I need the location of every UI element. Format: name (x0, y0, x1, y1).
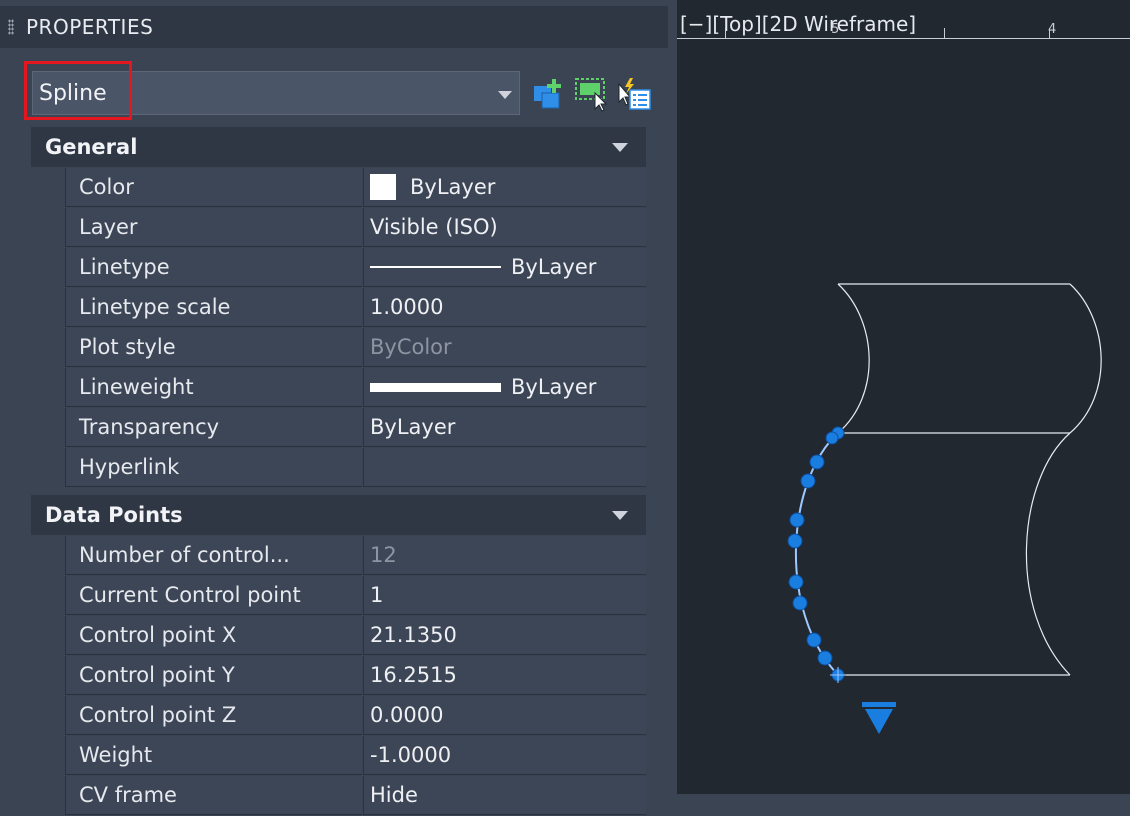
properties-panel: PROPERTIES Spline General Color ByLayer … (0, 0, 677, 816)
property-row-linetype-scale[interactable]: Linetype scale 1.0000 (31, 288, 646, 328)
property-row-color[interactable]: Color ByLayer (31, 168, 646, 208)
grip-icon (809, 454, 825, 470)
lineweight-preview-icon (370, 382, 501, 392)
data-points-rows: Number of control... 12 Current Control … (31, 536, 646, 816)
grip-icon (787, 533, 803, 549)
property-name: Control point Y (65, 656, 362, 695)
property-value-hyperlink[interactable] (363, 448, 646, 487)
quick-select-button[interactable] (614, 76, 652, 112)
property-name: Control point Z (65, 696, 362, 735)
property-value-control-point-y[interactable]: 16.2515 (363, 656, 646, 695)
property-value-control-point-x[interactable]: 21.1350 (363, 616, 646, 655)
lower-right-arc (1025, 432, 1071, 676)
object-type-value: Spline (39, 80, 107, 106)
select-objects-button[interactable] (573, 76, 611, 112)
property-row-lineweight[interactable]: Lineweight ByLayer (31, 368, 646, 408)
property-value-weight[interactable]: -1.0000 (363, 736, 646, 775)
property-name: Number of control... (65, 536, 362, 575)
property-value-current-control-point[interactable]: 1 (363, 576, 646, 615)
property-row-current-control-point[interactable]: Current Control point 1 (31, 576, 646, 616)
property-value-cv-frame[interactable]: Hide (363, 776, 646, 815)
grip-icon (788, 574, 804, 590)
property-name: Current Control point (65, 576, 362, 615)
property-name: Control point X (65, 616, 362, 655)
drawing-canvas[interactable] (677, 0, 1130, 794)
upper-right-arc (1069, 283, 1102, 434)
section-data-points-label: Data Points (45, 503, 183, 527)
property-row-control-point-x[interactable]: Control point X 21.1350 (31, 616, 646, 656)
property-value-color[interactable]: ByLayer (363, 168, 646, 207)
color-swatch-icon (370, 174, 396, 200)
property-name: Plot style (65, 328, 362, 367)
wireframe-geometry (837, 283, 1102, 676)
property-value-layer[interactable]: Visible (ISO) (363, 208, 646, 247)
property-name: Weight (65, 736, 362, 775)
property-value-linetype[interactable]: ByLayer (363, 248, 646, 287)
chevron-down-icon (498, 91, 512, 99)
general-rows: Color ByLayer Layer Visible (ISO) Linety… (31, 168, 646, 488)
property-value-plot-style: ByColor (363, 328, 646, 367)
property-row-plot-style[interactable]: Plot style ByColor (31, 328, 646, 368)
collapse-chevron-icon[interactable] (612, 143, 628, 152)
drawing-viewport[interactable]: [−][Top][2D Wireframe] 5 4 (677, 0, 1130, 794)
property-value-transparency[interactable]: ByLayer (363, 408, 646, 447)
panel-title: PROPERTIES (26, 15, 154, 39)
property-value-lineweight[interactable]: ByLayer (363, 368, 646, 407)
property-name: Color (65, 168, 362, 207)
property-name: Layer (65, 208, 362, 247)
grip-icon (800, 473, 816, 489)
grip-icon (789, 512, 805, 528)
property-row-weight[interactable]: Weight -1.0000 (31, 736, 646, 776)
property-name: Hyperlink (65, 448, 362, 487)
property-row-layer[interactable]: Layer Visible (ISO) (31, 208, 646, 248)
property-name: CV frame (65, 776, 362, 815)
upper-left-arc (837, 283, 870, 434)
toggle-pickadd-button[interactable] (530, 76, 568, 112)
object-type-dropdown[interactable]: Spline (32, 71, 520, 115)
panel-titlebar[interactable]: PROPERTIES (0, 6, 668, 48)
section-data-points-header[interactable]: Data Points (31, 495, 646, 535)
property-row-control-point-y[interactable]: Control point Y 16.2515 (31, 656, 646, 696)
property-value-number-of-control-points: 12 (363, 536, 646, 575)
grip-menu-arrow-icon (862, 702, 896, 734)
linetype-preview-icon (370, 266, 501, 268)
grip-icon (817, 650, 833, 666)
grip-icon (806, 632, 822, 648)
property-row-linetype[interactable]: Linetype ByLayer (31, 248, 646, 288)
toggle-pickadd-icon (534, 79, 561, 109)
drag-grip-icon[interactable] (8, 19, 14, 35)
property-row-cv-frame[interactable]: CV frame Hide (31, 776, 646, 816)
select-objects-icon (575, 78, 608, 112)
property-name: Linetype (65, 248, 362, 287)
section-general-header[interactable]: General (31, 127, 646, 167)
property-row-number-of-control-points[interactable]: Number of control... 12 (31, 536, 646, 576)
property-name: Lineweight (65, 368, 362, 407)
property-name: Linetype scale (65, 288, 362, 327)
property-row-transparency[interactable]: Transparency ByLayer (31, 408, 646, 448)
grip-icon (792, 595, 808, 611)
quick-select-icon (618, 78, 651, 110)
property-value-control-point-z[interactable]: 0.0000 (363, 696, 646, 735)
property-value-linetype-scale[interactable]: 1.0000 (363, 288, 646, 327)
collapse-chevron-icon[interactable] (612, 511, 628, 520)
property-name: Transparency (65, 408, 362, 447)
section-general-label: General (45, 135, 138, 159)
property-row-hyperlink[interactable]: Hyperlink (31, 448, 646, 488)
property-row-control-point-z[interactable]: Control point Z 0.0000 (31, 696, 646, 736)
grip-icon (825, 431, 839, 445)
